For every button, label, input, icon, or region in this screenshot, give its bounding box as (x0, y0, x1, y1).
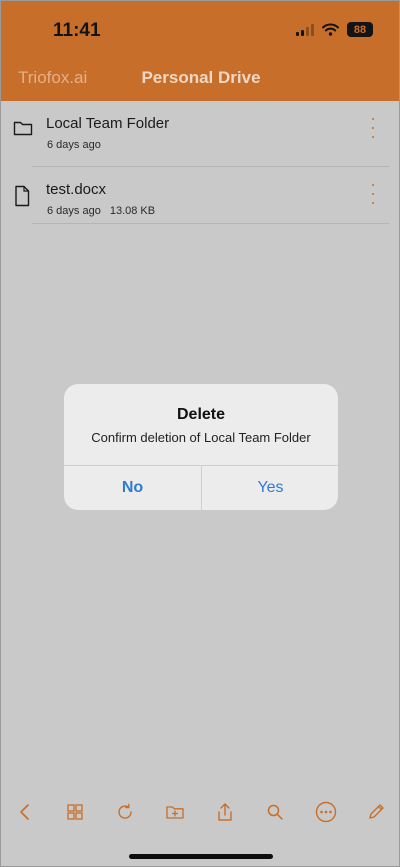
grid-view-icon[interactable] (63, 800, 87, 824)
dialog-message: Confirm deletion of Local Team Folder (91, 430, 311, 445)
file-modified: 6 days ago (47, 139, 101, 151)
wifi-icon (322, 23, 339, 36)
file-meta: 6 days ago (47, 139, 101, 151)
cellular-signal-icon (296, 23, 314, 36)
bottom-toolbar (1, 796, 400, 828)
document-icon (15, 185, 30, 207)
refresh-icon[interactable] (113, 800, 137, 824)
file-row[interactable]: test.docx 6 days ago 13.08 KB (1, 167, 400, 231)
folder-icon (13, 121, 33, 136)
file-modified: 6 days ago (47, 205, 101, 217)
file-name: Local Team Folder (46, 115, 170, 132)
new-folder-icon[interactable] (163, 800, 187, 824)
edit-icon[interactable] (364, 800, 388, 824)
file-size: 13.08 KB (109, 205, 156, 217)
search-icon[interactable] (263, 800, 287, 824)
page-title: Personal Drive (141, 68, 261, 87)
no-button[interactable]: No (64, 466, 201, 510)
battery-indicator: 88 (347, 22, 373, 37)
app-header: 11:41 88 Triofox.ai Personal Drive (1, 1, 399, 101)
back-icon[interactable] (13, 800, 37, 824)
more-options-icon[interactable] (369, 118, 377, 148)
file-meta: 6 days ago 13.08 KB (47, 205, 155, 217)
yes-button[interactable]: Yes (202, 466, 338, 510)
delete-confirm-dialog: Delete Confirm deletion of Local Team Fo… (64, 384, 338, 510)
more-icon[interactable] (314, 800, 338, 824)
upload-icon[interactable] (213, 800, 237, 824)
status-time: 11:41 (53, 20, 101, 41)
file-row[interactable]: Local Team Folder 6 days ago (1, 101, 400, 165)
divider (32, 223, 389, 224)
dialog-title: Delete (176, 406, 226, 423)
status-icons: 88 (296, 22, 373, 37)
more-options-icon[interactable] (369, 184, 377, 214)
file-name: test.docx (46, 181, 107, 198)
home-indicator[interactable] (129, 854, 273, 859)
